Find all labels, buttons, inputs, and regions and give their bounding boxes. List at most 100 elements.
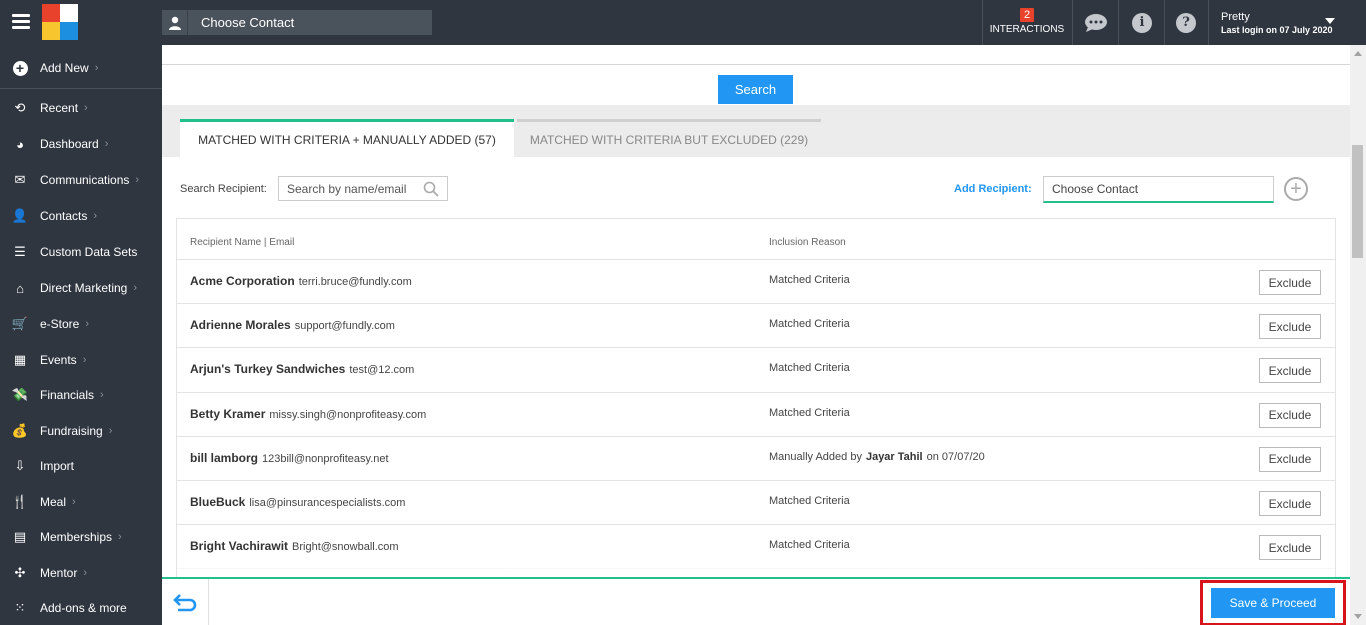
divider	[1208, 0, 1209, 45]
header-contact-search[interactable]: Choose Contact	[162, 10, 432, 35]
sidebar-item-label: Direct Marketing	[40, 281, 128, 295]
search-recipient-placeholder: Search by name/email	[287, 181, 407, 196]
recipient-email: support@fundly.com	[294, 320, 395, 333]
sidebar-item-label: Import	[40, 459, 75, 473]
exclude-button[interactable]: Exclude	[1259, 535, 1321, 561]
info-icon: i	[1132, 12, 1152, 33]
chat-button[interactable]	[1074, 0, 1118, 45]
column-header-reason: Inclusion Reason	[769, 237, 846, 248]
exclude-button[interactable]: Exclude	[1259, 314, 1321, 340]
sidebar-item-memberships[interactable]: ▤ Memberships ›	[0, 522, 162, 552]
add-recipient-plus-icon[interactable]: +	[1284, 177, 1308, 201]
sidebar-item-recent[interactable]: ⟲ Recent ›	[0, 93, 162, 123]
sidebar-item-financials[interactable]: 💸 Financials ›	[0, 380, 162, 410]
interactions-label: INTERACTIONS	[989, 24, 1065, 35]
interactions-count-badge: 2	[1019, 8, 1035, 22]
scroll-up-icon[interactable]	[1354, 51, 1362, 56]
sidebar: + Add New › ⟲ Recent › ◕ Dashboard › ✉ Communic…	[0, 45, 162, 625]
utensils-icon: 🍴	[11, 493, 29, 509]
tab-matched-excluded[interactable]: MATCHED WITH CRITERIA BUT EXCLUDED (229)	[517, 119, 821, 157]
building-icon: ⌂	[16, 280, 24, 296]
sidebar-item-direct-marketing[interactable]: ⌂ Direct Marketing ›	[0, 273, 162, 303]
save-proceed-button[interactable]: Save & Proceed	[1211, 588, 1335, 618]
criteria-field[interactable]	[162, 45, 1350, 65]
recipient-name-email: Adrienne Morales support@fundly.com	[190, 318, 395, 332]
sidebar-item-communications[interactable]: ✉ Communications ›	[0, 165, 162, 195]
add-recipient-placeholder: Choose Contact	[1052, 182, 1139, 196]
chevron-right-icon: ›	[85, 318, 90, 330]
top-bar: Choose Contact 2 INTERACTIONS i ? Pretty…	[0, 0, 1366, 45]
divider	[1072, 0, 1073, 45]
recipient-email: 123bill@nonprofiteasy.net	[262, 452, 389, 465]
user-menu[interactable]: Pretty Last login on 07 July 2020	[1221, 11, 1333, 35]
hamburger-menu-icon[interactable]	[12, 14, 30, 30]
recipient-name: Acme Corporation	[190, 274, 295, 288]
user-icon: 👤	[11, 208, 29, 223]
exclude-button[interactable]: Exclude	[1259, 402, 1321, 428]
scroll-thumb[interactable]	[1352, 145, 1363, 258]
sidebar-item-label: Recent	[40, 101, 79, 115]
app-logo[interactable]	[42, 4, 78, 40]
exclude-button[interactable]: Exclude	[1259, 491, 1321, 516]
sidebar-item-label: Financials	[40, 388, 95, 402]
calendar-icon: ▦	[13, 351, 27, 367]
table-row: Betty Kramer missy.singh@nonprofiteasy.co…	[177, 391, 1335, 436]
chevron-right-icon: ›	[94, 62, 99, 74]
recipient-name: Bright Vachirawit	[190, 539, 289, 554]
table-row: bill lamborg 123bill@nonprofiteasy.net Man…	[177, 435, 1335, 480]
sidebar-item-contacts[interactable]: 👤 Contacts ›	[0, 201, 162, 231]
recipients-table: Recipient Name | Email Inclusion Reason …	[176, 218, 1336, 625]
sidebar-item-events[interactable]: ▦ Events ›	[0, 345, 162, 375]
recipient-name-email: bill lamborg 123bill@nonprofiteasy.net	[190, 451, 389, 465]
exclude-button[interactable]: Exclude	[1259, 446, 1321, 472]
recipient-name-email: Arjun's Turkey Sandwiches test@12.com	[190, 362, 414, 376]
scroll-down-icon[interactable]	[1354, 614, 1362, 619]
sidebar-item-dashboard[interactable]: ◕ Dashboard ›	[0, 129, 162, 159]
inclusion-reason: Matched Criteria	[769, 318, 850, 331]
caret-down-icon[interactable]	[1325, 18, 1335, 24]
money-icon: 💸	[11, 387, 29, 402]
add-recipient-label: Add Recipient:	[954, 183, 1032, 195]
sidebar-item-import[interactable]: ⇩ Import	[0, 451, 162, 481]
id-card-icon: ▤	[13, 529, 27, 544]
main-content: Search MATCHED WITH CRITERIA + MANUALLY …	[162, 45, 1350, 625]
inclusion-reason: Matched Criteria	[769, 539, 850, 552]
inclusion-reason: Manually Added by Jayar Tahil on 07/07/20	[769, 451, 985, 463]
page-scrollbar[interactable]	[1350, 45, 1366, 625]
back-button[interactable]	[162, 579, 209, 625]
search-button[interactable]: Search	[718, 75, 793, 104]
sidebar-item-custom-data-sets[interactable]: ☰ Custom Data Sets	[0, 237, 162, 267]
chevron-right-icon: ›	[83, 566, 88, 579]
user-icon	[162, 10, 188, 35]
search-recipient-input[interactable]: Search by name/email	[278, 176, 448, 201]
sidebar-item-label: Add New	[40, 61, 89, 75]
sidebar-item-mentor[interactable]: ✣ Mentor ›	[0, 558, 162, 588]
sidebar-item-add-ons-more[interactable]: ⁙ Add-ons & more	[0, 593, 162, 623]
bottom-action-bar: Save & Proceed	[162, 577, 1350, 625]
add-recipient-input[interactable]: Choose Contact	[1043, 176, 1274, 203]
sidebar-item-label: e-Store	[40, 317, 80, 331]
recipient-email: terri.bruce@fundly.com	[298, 276, 412, 288]
plus-circle-icon: +	[12, 60, 28, 76]
recipient-name: Betty Kramer	[190, 406, 266, 421]
exclude-button[interactable]: Exclude	[1259, 270, 1321, 295]
table-row: Arjun's Turkey Sandwiches test@12.com Matc…	[177, 347, 1335, 391]
tab-matched-manually-added[interactable]: MATCHED WITH CRITERIA + MANUALLY ADDED (…	[180, 119, 514, 157]
chevron-right-icon: ›	[133, 282, 138, 294]
chat-icon	[1085, 13, 1107, 32]
recipient-name: bill lamborg	[190, 450, 259, 465]
recipient-email: Bright@snowball.com	[292, 541, 399, 554]
info-button[interactable]: i	[1120, 0, 1164, 45]
exclude-button[interactable]: Exclude	[1259, 358, 1321, 384]
recipient-name: Arjun's Turkey Sandwiches	[190, 362, 346, 377]
sidebar-item-meal[interactable]: 🍴 Meal ›	[0, 487, 162, 517]
chevron-right-icon: ›	[93, 210, 98, 222]
interactions-button[interactable]: 2 INTERACTIONS	[983, 0, 1071, 45]
help-button[interactable]: ?	[1164, 0, 1208, 45]
inclusion-reason: Matched Criteria	[769, 495, 850, 507]
sidebar-item-add-new[interactable]: + Add New ›	[0, 53, 162, 83]
sidebar-item-fundraising[interactable]: 💰 Fundraising ›	[0, 416, 162, 446]
sidebar-item-e-store[interactable]: 🛒 e-Store ›	[0, 309, 162, 339]
chevron-right-icon: ›	[82, 353, 87, 366]
recipient-email: test@12.com	[349, 364, 415, 377]
